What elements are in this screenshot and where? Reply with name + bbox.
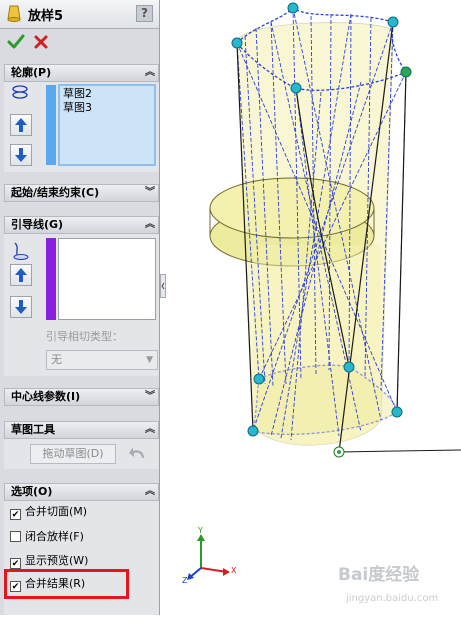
sketch-tools-section-title: 草图工具	[11, 423, 55, 436]
expand-chevron-icon[interactable]: ︾	[145, 185, 155, 201]
options-section-title: 选项(O)	[11, 485, 53, 498]
merge-tangent-faces-option[interactable]: ✔ 合并切面(M)	[10, 505, 87, 521]
guide-move-down-button[interactable]	[10, 296, 32, 318]
profile-section-body: 草图2 草图3	[4, 82, 159, 172]
guide-curves-list[interactable]	[58, 238, 156, 320]
help-button[interactable]: ?	[136, 5, 153, 22]
options-section-header[interactable]: 选项(O) ︽	[4, 483, 159, 501]
drag-sketch-button[interactable]: 拖动草图(D)	[30, 444, 116, 464]
loft-preview-model	[209, 2, 461, 458]
dropdown-arrow-icon: ▼	[146, 355, 153, 365]
sketch-tools-section-body: 拖动草图(D)	[4, 439, 159, 469]
highlight-annotation-box	[4, 569, 129, 599]
option-label: 合并切面(M)	[25, 505, 88, 518]
tangency-type-select[interactable]: 无 ▼	[46, 350, 158, 370]
move-down-button[interactable]	[10, 144, 32, 166]
tangency-type-value: 无	[51, 353, 62, 366]
list-item[interactable]: 草图2	[63, 87, 151, 101]
checkbox[interactable]: ✔	[10, 509, 21, 520]
guides-section-header[interactable]: 引导线(G) ︽	[4, 216, 159, 234]
start-end-section-header[interactable]: 起始/结束约束(C) ︾	[4, 184, 159, 202]
show-preview-option[interactable]: ✔ 显示预览(W)	[10, 554, 88, 570]
watermark-logo: Bai度经验	[338, 565, 420, 585]
start-end-section-title: 起始/结束约束(C)	[11, 186, 100, 199]
ok-button[interactable]	[6, 32, 26, 52]
option-label: 显示预览(W)	[25, 554, 89, 567]
ok-cancel-bar	[0, 30, 159, 56]
move-up-button[interactable]	[10, 114, 32, 136]
arrow-down-icon	[15, 300, 27, 314]
axis-x-label: X	[231, 566, 237, 575]
collapse-chevron-icon[interactable]: ︽	[145, 484, 155, 500]
arrow-up-icon	[15, 268, 27, 282]
profile-section-title: 轮廓(P)	[11, 66, 52, 79]
feature-title-bar: 放样5 ?	[0, 0, 159, 29]
collapse-chevron-icon[interactable]: ︽	[145, 217, 155, 233]
property-manager-panel: 放样5 ? 轮廓(P) ︽ 草图2 草图3 起始/结束约束(C) ︾ 引导线(G…	[0, 0, 160, 615]
axis-y-label: Y	[198, 526, 203, 535]
profile-icon	[10, 84, 30, 103]
undo-icon[interactable]	[128, 444, 148, 465]
cancel-button[interactable]	[31, 32, 51, 52]
list-item[interactable]: 草图3	[63, 101, 151, 115]
guide-curve-icon	[10, 240, 32, 265]
checkbox[interactable]: ✔	[10, 558, 21, 569]
guide-move-up-button[interactable]	[10, 264, 32, 286]
watermark-url: jingyan.baidu.com	[346, 593, 439, 604]
check-icon	[7, 34, 25, 49]
close-loft-option[interactable]: 闭合放样(F)	[10, 530, 84, 546]
profile-color-bar	[46, 85, 56, 165]
axis-triad: Y X Z	[179, 526, 239, 591]
loft-feature-icon	[7, 5, 21, 25]
arrow-up-icon	[15, 118, 27, 132]
close-icon	[34, 35, 48, 49]
guides-section-title: 引导线(G)	[11, 218, 64, 231]
sketch-tools-section-header[interactable]: 草图工具 ︽	[4, 421, 159, 439]
expand-chevron-icon[interactable]: ︾	[145, 389, 155, 405]
checkbox[interactable]	[10, 531, 21, 542]
guides-section-body: 引导相切类型： 无 ▼	[4, 234, 159, 376]
feature-title: 放样5	[28, 9, 64, 24]
graphics-viewport[interactable]: Y X Z Bai度经验 jingyan.baidu.com	[161, 0, 461, 615]
tangency-type-label: 引导相切类型：	[46, 330, 123, 343]
profile-list[interactable]: 草图2 草图3	[58, 84, 156, 166]
axis-z-label: Z	[182, 576, 188, 585]
option-label: 闭合放样(F)	[25, 530, 84, 543]
collapse-chevron-icon[interactable]: ︽	[145, 422, 155, 438]
centerline-section-title: 中心线参数(I)	[11, 390, 81, 403]
profile-section-header[interactable]: 轮廓(P) ︽	[4, 64, 159, 82]
guide-color-bar	[46, 238, 56, 320]
arrow-down-icon	[15, 148, 27, 162]
collapse-chevron-icon[interactable]: ︽	[145, 65, 155, 81]
centerline-section-header[interactable]: 中心线参数(I) ︾	[4, 388, 159, 406]
